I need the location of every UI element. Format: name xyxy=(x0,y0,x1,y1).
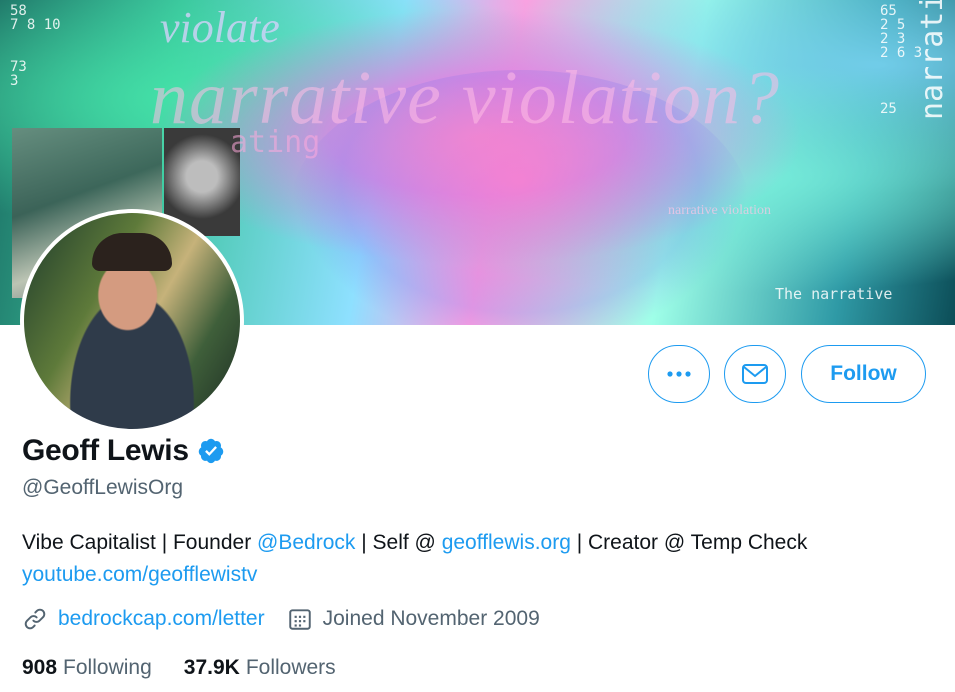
follow-button[interactable]: Follow xyxy=(801,345,926,403)
verified-badge-icon[interactable] xyxy=(197,437,225,465)
profile-stats: 908 Following 37.9K Followers xyxy=(22,656,368,680)
banner-text-ating: ating xyxy=(230,125,321,160)
banner-text-the-narrative: The narrative xyxy=(775,285,893,303)
joined-date: Joined November 2009 xyxy=(322,607,540,630)
bio-text-1: Vibe Capitalist | Founder xyxy=(22,531,258,554)
following-label: Following xyxy=(63,656,152,679)
message-button[interactable] xyxy=(724,345,786,403)
avatar[interactable] xyxy=(20,209,244,433)
profile-meta: bedrockcap.com/letter Joined November 20… xyxy=(22,606,540,632)
calendar-icon xyxy=(288,609,311,630)
following-count: 908 xyxy=(22,656,58,679)
avatar-hair xyxy=(92,233,172,271)
website-link[interactable]: bedrockcap.com/letter xyxy=(58,607,265,631)
bio-text-2: | Self @ xyxy=(355,531,442,554)
bio-mention-link[interactable]: @Bedrock xyxy=(257,531,355,554)
banner-numbers-right: 65 2 5 2 3 2 6 3 25 xyxy=(880,3,923,117)
link-icon xyxy=(24,608,46,630)
banner-text-violate: violate xyxy=(160,3,280,52)
followers-stat[interactable]: 37.9K Followers xyxy=(184,656,336,680)
followers-label: Followers xyxy=(245,656,336,679)
message-icon xyxy=(742,364,768,384)
profile-name-row: Geoff Lewis xyxy=(22,434,225,468)
bio-text-3: | Creator @ Temp Check xyxy=(570,531,808,554)
more-button[interactable] xyxy=(648,345,710,403)
banner-numbers-left: 58 7 8 10 73 3 xyxy=(10,3,61,89)
following-stat[interactable]: 908 Following xyxy=(22,656,152,680)
banner-text-small: narrative violation xyxy=(668,203,772,218)
profile-bio: Vibe Capitalist | Founder @Bedrock | Sel… xyxy=(22,527,942,591)
profile-name: Geoff Lewis xyxy=(22,434,189,467)
bio-youtube-link[interactable]: youtube.com/geofflewistv xyxy=(22,563,257,586)
followers-count: 37.9K xyxy=(183,656,240,679)
profile-handle: @GeoffLewisOrg xyxy=(22,476,183,499)
more-icon xyxy=(667,371,691,377)
bio-site-link[interactable]: geofflewis.org xyxy=(442,531,571,554)
